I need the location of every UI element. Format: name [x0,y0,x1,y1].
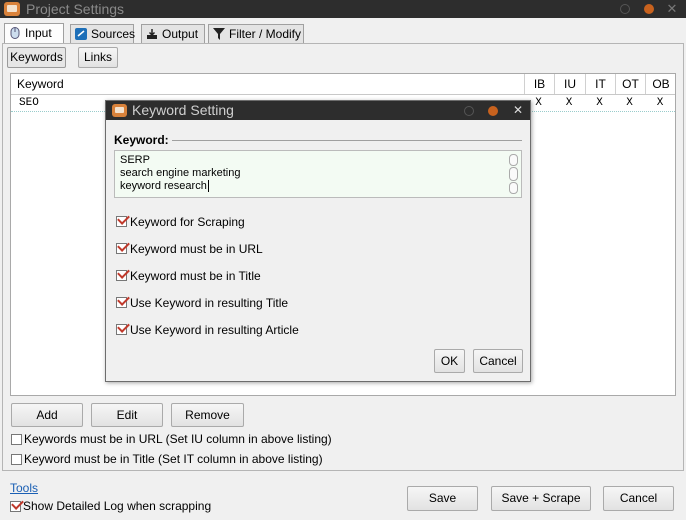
keywords-in-url-checkbox[interactable] [11,434,22,445]
keyword-line: search engine marketing [120,167,241,179]
keyword-in-url-checkbox[interactable] [116,243,127,254]
keyword-in-title-dialog-checkbox[interactable] [116,270,127,281]
cell-keyword: SEO [19,97,39,109]
output-icon [147,29,157,39]
keywords-in-url-label: Keywords must be in URL (Set IU column i… [24,432,332,446]
use-keyword-in-title-label: Use Keyword in resulting Title [130,296,289,310]
keyword-textarea[interactable]: SERP search engine marketing keyword res… [114,150,522,198]
keyword-in-title-dialog-label: Keyword must be in Title [130,269,261,283]
column-header-ob[interactable]: OB [645,74,676,94]
add-button[interactable]: Add [11,403,83,427]
tab-strip: Input Sources Output Filter / Modify [4,23,684,44]
links-subtab-button[interactable]: Links [78,47,118,68]
keyword-in-url-label: Keyword must be in URL [130,242,263,256]
keyword-line: keyword research [120,180,209,192]
tab-input[interactable]: Input [4,23,64,44]
dialog-minimize-icon[interactable] [464,106,474,116]
keywords-subtab-button[interactable]: Keywords [7,47,66,68]
tab-filter-modify-label: Filter / Modify [229,27,302,41]
window-titlebar: Project Settings ✕ [0,0,686,18]
dialog-titlebar: Keyword Setting ✕ [106,101,530,120]
use-keyword-in-title-checkbox[interactable] [116,297,127,308]
tab-input-label: Input [25,26,52,40]
app-icon [4,2,20,16]
cell-it: X [596,97,603,109]
table-header: Keyword IB IU IT OT OB [11,74,675,95]
tab-sources[interactable]: Sources [70,24,136,43]
use-keyword-in-article-checkbox[interactable] [116,324,127,335]
tab-output-label: Output [162,27,199,41]
tab-output[interactable]: Output [141,24,205,43]
column-header-keyword[interactable]: Keyword [11,74,523,94]
mouse-icon [10,27,20,39]
filter-icon [213,28,225,40]
keyword-in-title-label: Keyword must be in Title (Set IT column … [24,452,323,466]
keyword-divider [172,140,522,141]
keyword-line: SERP [120,154,150,166]
save-scrape-button[interactable]: Save + Scrape [491,486,591,511]
column-header-iu[interactable]: IU [554,74,585,94]
cell-ob: X [656,97,664,109]
sources-icon [75,28,87,40]
dialog-ok-button[interactable]: OK [434,349,465,373]
tab-sources-label: Sources [91,27,136,41]
dialog-cancel-button[interactable]: Cancel [473,349,523,373]
cell-ot: X [626,97,633,109]
save-button[interactable]: Save [407,486,478,511]
keyword-label: Keyword: [114,133,169,147]
detailed-log-label: Show Detailed Log when scrapping [23,499,212,513]
minimize-icon[interactable] [620,4,630,14]
remove-button[interactable]: Remove [171,403,244,427]
dialog-maximize-icon[interactable] [488,106,498,116]
edit-button[interactable]: Edit [91,403,163,427]
keyword-for-scraping-checkbox[interactable] [116,216,127,227]
cell-iu: X [565,97,573,109]
maximize-icon[interactable] [644,4,654,14]
window-title: Project Settings [26,1,125,17]
column-header-ib[interactable]: IB [524,74,554,94]
tab-filter-modify[interactable]: Filter / Modify [208,24,304,43]
column-header-ot[interactable]: OT [615,74,645,94]
keyword-in-title-checkbox[interactable] [11,454,22,465]
keyword-for-scraping-label: Keyword for Scraping [130,215,245,229]
dialog-app-icon [112,104,127,117]
detailed-log-checkbox[interactable] [10,501,21,512]
column-header-it[interactable]: IT [585,74,615,94]
cancel-button[interactable]: Cancel [603,486,674,511]
dialog-title: Keyword Setting [132,102,234,118]
close-icon[interactable]: ✕ [665,2,679,16]
tools-link[interactable]: Tools [10,481,38,495]
keyword-setting-dialog: Keyword Setting ✕ Keyword: SERP search e… [105,100,531,382]
dialog-close-icon[interactable]: ✕ [511,103,525,117]
use-keyword-in-article-label: Use Keyword in resulting Article [130,323,299,337]
textarea-scrollbar[interactable] [509,154,518,194]
